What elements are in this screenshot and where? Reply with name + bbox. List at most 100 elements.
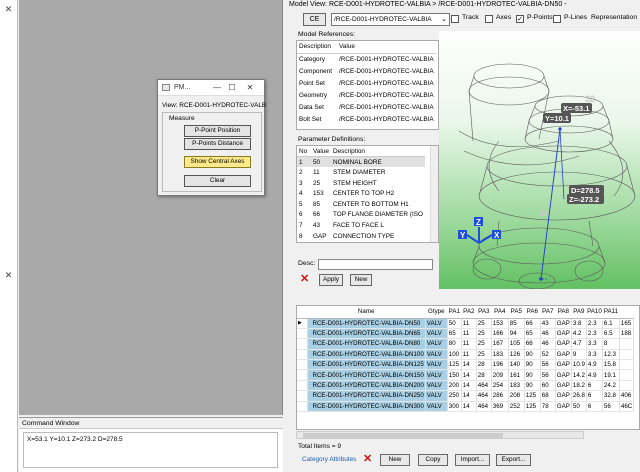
cell[interactable]: 52 xyxy=(540,349,556,361)
column-header[interactable]: PA8 xyxy=(555,306,572,319)
cell-overflow[interactable]: 165 xyxy=(619,318,635,329)
ce-button[interactable]: CE xyxy=(303,13,326,26)
cell[interactable]: GAP xyxy=(555,401,572,413)
cell[interactable]: 200 xyxy=(447,380,462,392)
cell[interactable]: 126 xyxy=(508,349,525,361)
table-row[interactable]: RCE-D001-HYDROTEC-VALBIA-DN65 VALV 65 11 25 1… xyxy=(297,328,635,340)
cell[interactable]: 25 xyxy=(476,318,492,329)
cell[interactable]: GAP xyxy=(555,390,572,402)
cell[interactable]: 24.2 xyxy=(602,380,620,392)
cell[interactable]: 4.9 xyxy=(586,369,603,381)
cell[interactable]: VALV xyxy=(425,401,448,413)
cell[interactable]: 10.9 xyxy=(571,359,587,371)
cell-overflow[interactable] xyxy=(619,369,635,381)
cell[interactable]: 14 xyxy=(461,401,477,413)
cell[interactable]: 65 xyxy=(447,328,462,340)
cell[interactable]: 464 xyxy=(476,380,492,392)
cell[interactable]: 11 xyxy=(461,328,477,340)
cell[interactable]: VALV xyxy=(425,369,448,381)
cell-overflow[interactable] xyxy=(619,338,635,350)
cell[interactable]: RCE-D001-HYDROTEC-VALBIA-DN125 xyxy=(307,359,426,371)
cell[interactable]: 183 xyxy=(491,349,509,361)
cell[interactable]: 464 xyxy=(476,401,492,413)
cell-overflow[interactable] xyxy=(619,359,635,371)
window-titlebar[interactable]: PM... — ☐ ✕ xyxy=(158,80,264,96)
cell[interactable]: RCE-D001-HYDROTEC-VALBIA-DN50 xyxy=(307,318,426,329)
cell[interactable]: 161 xyxy=(508,369,525,381)
cell[interactable]: 11 xyxy=(461,349,477,361)
table-row[interactable]: RCE-D001-HYDROTEC-VALBIA-DN125 VALV 125 14 2… xyxy=(297,359,635,371)
cell[interactable]: GAP xyxy=(555,328,572,340)
cell[interactable]: VALV xyxy=(425,359,448,371)
import-button[interactable]: Import... xyxy=(455,454,490,466)
maximize-icon[interactable]: ☐ xyxy=(225,82,239,94)
close-icon[interactable]: ✕ xyxy=(3,270,14,281)
cell[interactable]: RCE-D001-HYDROTEC-VALBIA-DN65 xyxy=(307,328,426,340)
minimize-icon[interactable]: — xyxy=(210,82,224,94)
cell[interactable]: 11 xyxy=(461,338,477,350)
cell[interactable]: RCE-D001-HYDROTEC-VALBIA-DN150 xyxy=(307,369,426,381)
cell[interactable]: 250 xyxy=(447,390,462,402)
cell[interactable]: 464 xyxy=(476,390,492,402)
cell[interactable]: 100 xyxy=(447,349,462,361)
column-header[interactable]: Gtype xyxy=(425,306,448,319)
cell[interactable]: 90 xyxy=(524,359,541,371)
cell[interactable]: VALV xyxy=(425,390,448,402)
cell[interactable]: 14 xyxy=(461,359,477,371)
cell[interactable]: 125 xyxy=(524,401,541,413)
table-row[interactable]: 6 66 TOP FLANGE DIAMETER (ISO xyxy=(297,210,425,221)
cell[interactable]: 105 xyxy=(508,338,525,350)
cell[interactable]: VALV xyxy=(425,349,448,361)
cell[interactable]: 209 xyxy=(491,369,509,381)
cell[interactable]: 85 xyxy=(508,318,525,329)
table-row[interactable]: 7 43 FACE TO FACE L xyxy=(297,220,425,231)
cell[interactable]: 90 xyxy=(524,369,541,381)
cell[interactable]: 252 xyxy=(508,401,525,413)
row-header[interactable] xyxy=(297,359,308,371)
column-header[interactable]: PA1 xyxy=(447,306,462,319)
cell[interactable]: 65 xyxy=(524,328,541,340)
cell[interactable]: 208 xyxy=(508,390,525,402)
new-button[interactable]: New xyxy=(380,454,410,466)
cell[interactable]: 12.3 xyxy=(602,349,620,361)
cell-overflow[interactable] xyxy=(619,380,635,392)
table-row[interactable]: Component/RCE-D001-HYDROTEC-VALBIA xyxy=(297,65,436,77)
show-central-axes-button[interactable]: Show Central Axes xyxy=(184,156,251,168)
category-attributes-link[interactable]: Category Attributes xyxy=(302,456,356,463)
table-row[interactable]: 5 85 CENTER TO BOTTOM H1 xyxy=(297,199,425,210)
cell[interactable]: GAP xyxy=(555,318,572,329)
column-header[interactable]: PA7 xyxy=(540,306,556,319)
cell[interactable]: GAP xyxy=(555,369,572,381)
row-header[interactable]: ▶ xyxy=(297,318,308,329)
cell[interactable]: 2.3 xyxy=(586,318,603,329)
cell[interactable]: 28 xyxy=(476,369,492,381)
table-row[interactable]: Point Set/RCE-D001-HYDROTEC-VALBIA xyxy=(297,77,436,89)
row-header[interactable] xyxy=(297,338,308,350)
cell[interactable]: 6 xyxy=(586,390,603,402)
cell[interactable]: 196 xyxy=(491,359,509,371)
cell[interactable]: 125 xyxy=(447,359,462,371)
close-icon[interactable]: ✕ xyxy=(243,82,257,94)
cell-overflow[interactable]: 406 xyxy=(619,390,635,402)
cell[interactable]: 140 xyxy=(508,359,525,371)
cell[interactable]: 254 xyxy=(491,380,509,392)
delete-x-icon[interactable]: ✕ xyxy=(300,274,309,285)
row-header[interactable] xyxy=(297,390,308,402)
table-row[interactable]: 3 25 STEM HEIGHT xyxy=(297,178,425,189)
vertical-scrollbar[interactable] xyxy=(430,146,438,242)
cell[interactable]: 56 xyxy=(602,401,620,413)
cell[interactable]: VALV xyxy=(425,338,448,350)
cell[interactable]: 14 xyxy=(461,390,477,402)
cell[interactable]: 4.9 xyxy=(586,359,603,371)
view-select[interactable]: /RCE-D001-HYDROTEC-VALBIA ⌄ xyxy=(331,13,450,26)
cell[interactable]: 66 xyxy=(524,318,541,329)
cell[interactable]: GAP xyxy=(555,359,572,371)
cell[interactable]: 2.3 xyxy=(586,328,603,340)
column-header[interactable]: PA10 xyxy=(586,306,603,319)
table-row[interactable]: 2 11 STEM DIAMETER xyxy=(297,167,425,178)
horizontal-scrollbar[interactable] xyxy=(296,431,584,439)
cell[interactable]: 25 xyxy=(476,328,492,340)
cell[interactable]: 50 xyxy=(571,401,587,413)
cell[interactable]: 3.3 xyxy=(586,349,603,361)
table-row[interactable]: Category/RCE-D001-HYDROTEC-VALBIA xyxy=(297,53,436,65)
